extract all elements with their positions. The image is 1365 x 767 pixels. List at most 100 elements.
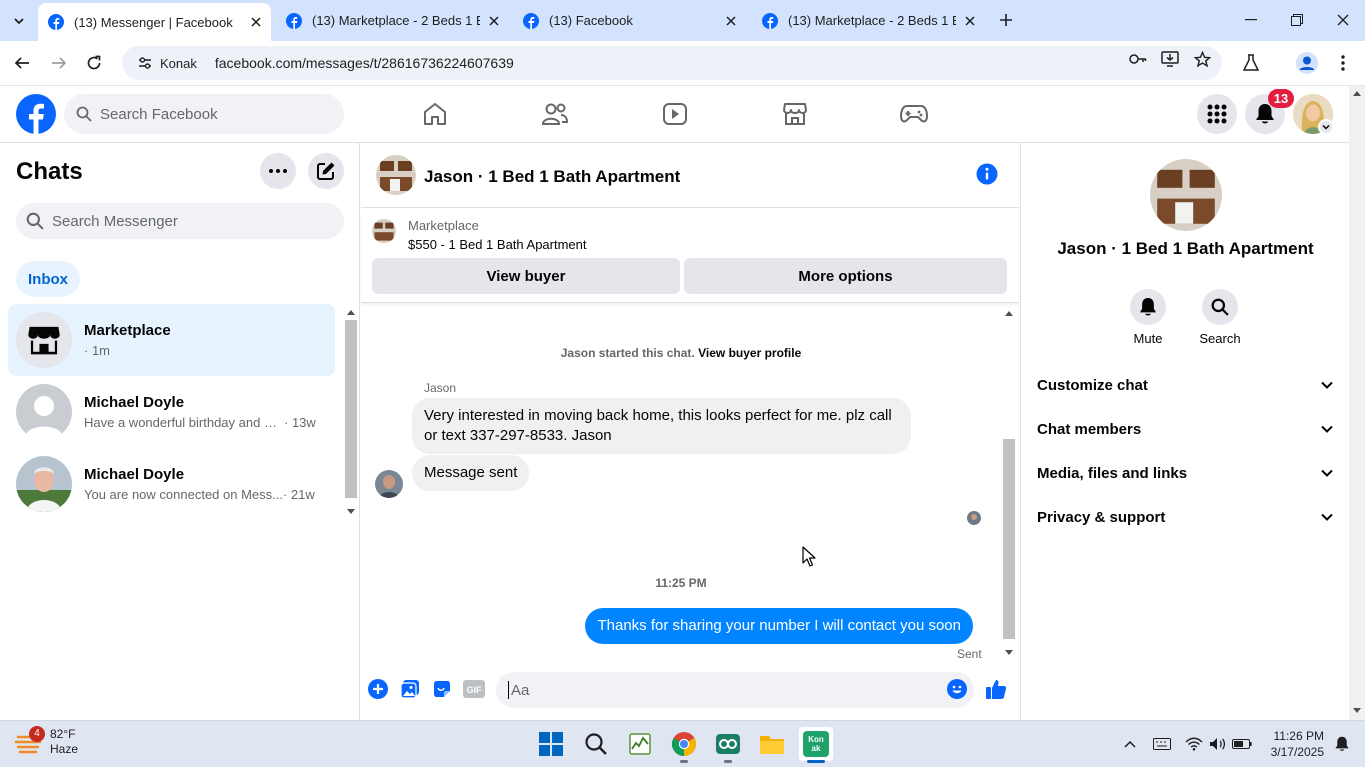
notification-center-icon[interactable]: [1332, 734, 1352, 754]
listing-thumbnail[interactable]: [372, 219, 396, 243]
browser-tab-marketplace-2[interactable]: (13) Marketplace - 2 Beds 1 Bat: [752, 0, 986, 41]
conversation-header: Jason · 1 Bed 1 Bath Apartment: [361, 143, 1019, 208]
conversation-title[interactable]: Jason · 1 Bed 1 Bath Apartment: [424, 167, 680, 187]
close-tab-icon[interactable]: [721, 11, 741, 31]
taskbar-app-chrome[interactable]: [667, 727, 701, 763]
search-in-conversation-button[interactable]: Search: [1190, 289, 1250, 346]
close-tab-icon[interactable]: [960, 11, 980, 31]
profile-icon[interactable]: [1294, 50, 1320, 76]
search-icon: [76, 106, 92, 122]
new-tab-button[interactable]: [994, 8, 1018, 32]
message-input[interactable]: Aa: [496, 672, 974, 708]
minimize-window-button[interactable]: [1236, 8, 1266, 32]
more-options-button[interactable]: More options: [684, 258, 1007, 294]
thread-scrollbar[interactable]: [1001, 307, 1017, 659]
menu-button[interactable]: [1197, 94, 1237, 134]
incoming-message[interactable]: Very interested in moving back home, thi…: [412, 398, 911, 454]
browser-tab-messenger[interactable]: (13) Messenger | Facebook: [38, 3, 271, 41]
gif-icon: GIF: [463, 680, 485, 698]
facebook-logo-icon[interactable]: [16, 94, 56, 134]
chat-started-text: Jason started this chat.: [560, 346, 695, 360]
section-label: Media, files and links: [1037, 464, 1188, 482]
browser-tab-marketplace-1[interactable]: (13) Marketplace - 2 Beds 1 Bat: [276, 0, 510, 41]
taskbar-app-konak[interactable]: Kon ak: [799, 727, 833, 763]
address-bar[interactable]: Konak facebook.com/messages/t/2861673622…: [122, 46, 1222, 80]
start-button[interactable]: [534, 727, 568, 761]
watch-nav-button[interactable]: [661, 100, 689, 128]
listing-photo-icon: [1150, 159, 1222, 231]
chat-options-button[interactable]: [260, 153, 296, 189]
scrollbar-thumb[interactable]: [345, 320, 357, 498]
more-actions-button[interactable]: [367, 678, 389, 700]
chat-list-scrollbar[interactable]: [343, 306, 359, 518]
incoming-message[interactable]: Message sent: [412, 455, 530, 491]
sticker-button[interactable]: [431, 678, 453, 700]
view-buyer-profile-link[interactable]: View buyer profile: [698, 346, 801, 360]
new-message-button[interactable]: [308, 153, 344, 189]
bookmark-star-icon[interactable]: [1192, 49, 1212, 69]
maximize-window-button[interactable]: [1282, 8, 1312, 32]
gif-button[interactable]: GIF: [463, 678, 485, 700]
messenger-search-input[interactable]: Search Messenger: [16, 203, 344, 239]
sender-avatar[interactable]: [375, 470, 403, 498]
chat-item-michael-doyle-2[interactable]: Michael Doyle You are now connected on M…: [8, 448, 335, 520]
customize-chat-section[interactable]: Customize chat: [1029, 363, 1341, 407]
battery-icon[interactable]: [1232, 734, 1252, 754]
keyboard-icon[interactable]: [1152, 734, 1172, 754]
user-photo-icon: [375, 470, 403, 498]
friends-nav-button[interactable]: [541, 100, 569, 128]
scrollbar-thumb[interactable]: [1003, 439, 1015, 639]
volume-icon[interactable]: [1208, 734, 1228, 754]
gaming-nav-button[interactable]: [900, 100, 928, 128]
chat-info-avatar[interactable]: [1150, 159, 1222, 231]
listing-title[interactable]: $550 - 1 Bed 1 Bath Apartment: [408, 237, 587, 252]
info-icon[interactable]: [976, 163, 998, 185]
home-nav-button[interactable]: [421, 100, 449, 128]
taskbar-app-generic[interactable]: [711, 727, 745, 763]
chevron-down-icon: [1321, 425, 1333, 433]
marketplace-nav-button[interactable]: [781, 100, 809, 128]
reload-button[interactable]: [81, 50, 107, 76]
chat-item-michael-doyle-1[interactable]: Michael Doyle Have a wonderful birthday …: [8, 376, 335, 448]
mute-button[interactable]: Mute: [1118, 289, 1178, 346]
password-key-icon[interactable]: [1128, 49, 1148, 69]
view-buyer-button[interactable]: View buyer: [372, 258, 680, 294]
install-app-icon[interactable]: [1160, 49, 1180, 69]
chevron-down-icon: [1321, 469, 1333, 477]
close-tab-icon[interactable]: [246, 12, 266, 32]
chat-members-section[interactable]: Chat members: [1029, 407, 1341, 451]
weather-widget[interactable]: 82°F Haze: [14, 727, 78, 757]
forward-button[interactable]: [46, 50, 72, 76]
like-send-button[interactable]: [985, 678, 1007, 700]
taskbar-app-taskmanager[interactable]: [623, 727, 657, 761]
labs-flask-icon[interactable]: [1238, 50, 1264, 76]
wifi-icon[interactable]: [1184, 734, 1204, 754]
privacy-support-section[interactable]: Privacy & support: [1029, 495, 1341, 539]
emoji-button[interactable]: [946, 678, 968, 700]
tab-search-button[interactable]: [6, 8, 32, 34]
conversation-avatar[interactable]: [376, 155, 416, 195]
attach-photo-button[interactable]: [399, 678, 421, 700]
inbox-filter-tab[interactable]: Inbox: [16, 261, 80, 297]
site-info-chip[interactable]: Konak: [130, 50, 205, 76]
media-files-links-section[interactable]: Media, files and links: [1029, 451, 1341, 495]
read-receipt-avatar: [967, 511, 981, 525]
browser-menu-icon[interactable]: [1330, 50, 1356, 76]
browser-tab-facebook[interactable]: (13) Facebook: [513, 0, 747, 41]
reload-icon: [87, 55, 101, 70]
account-caret[interactable]: [1318, 119, 1334, 135]
friends-icon: [541, 103, 569, 125]
outgoing-message[interactable]: Thanks for sharing your number I will co…: [585, 608, 973, 644]
close-tab-icon[interactable]: [484, 11, 504, 31]
close-window-button[interactable]: [1328, 8, 1358, 32]
taskbar-search-button[interactable]: [579, 727, 613, 761]
facebook-search-input[interactable]: Search Facebook: [64, 94, 344, 134]
taskbar-app-file-explorer[interactable]: [755, 727, 789, 761]
chats-sidebar: Chats Search Messenger Inbox Marketplace…: [0, 143, 360, 720]
show-hidden-icons-button[interactable]: [1120, 734, 1140, 754]
back-button[interactable]: [9, 50, 35, 76]
page-scrollbar[interactable]: [1349, 86, 1365, 720]
system-clock[interactable]: 11:26 PM 3/17/2025: [1262, 728, 1324, 760]
emoji-icon: [947, 679, 967, 699]
chat-item-marketplace[interactable]: Marketplace · 1m: [8, 304, 335, 376]
